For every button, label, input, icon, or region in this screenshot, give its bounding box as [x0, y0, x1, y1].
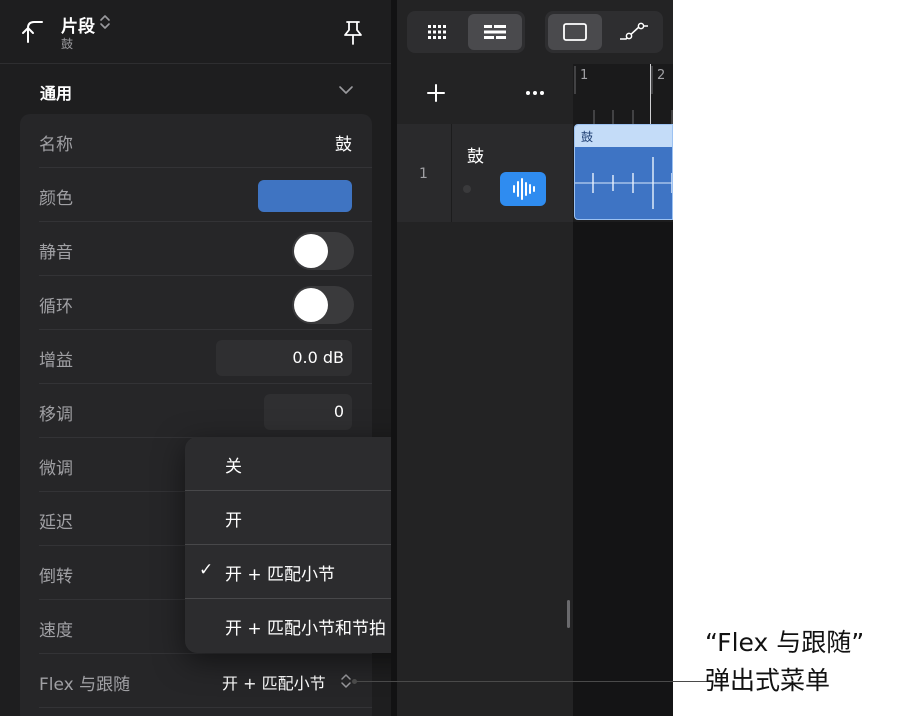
toggle-knob — [294, 234, 328, 268]
tracks-icon — [484, 25, 506, 39]
callout-label: “Flex 与跟随” 弹出式菜单 — [705, 624, 864, 700]
checkmark-icon: ✓ — [199, 560, 214, 580]
region-waveform — [575, 157, 672, 209]
region-view-button[interactable] — [548, 14, 602, 50]
automation-curve-icon — [620, 22, 648, 40]
row-label: 微调 — [39, 459, 73, 479]
menu-item-label: 关 — [225, 457, 242, 477]
playhead[interactable] — [650, 64, 651, 124]
callout-line — [355, 681, 710, 682]
flex-follow-popup-button[interactable]: 开 + 匹配小节 — [222, 670, 326, 694]
section-general-title[interactable]: 通用 — [40, 80, 72, 104]
color-swatch[interactable] — [258, 180, 352, 212]
row-label: 颜色 — [39, 189, 73, 209]
add-track-icon[interactable] — [425, 82, 447, 104]
row-label: 倒转 — [39, 567, 73, 587]
tracks-view-button[interactable] — [468, 14, 522, 50]
row-flex-follow: Flex 与跟随 开 + 匹配小节 — [20, 654, 372, 708]
pin-icon[interactable] — [341, 18, 365, 46]
gain-field[interactable]: 0.0 dB — [216, 340, 352, 376]
track-name[interactable]: 鼓 — [467, 142, 484, 167]
callout-line-2: 弹出式菜单 — [705, 666, 831, 695]
region-header: 鼓 — [575, 125, 672, 147]
row-color: 颜色 — [20, 168, 372, 222]
row-label: 移调 — [39, 405, 73, 425]
row-label: 名称 — [39, 135, 73, 155]
audio-waveform-icon[interactable] — [500, 172, 546, 206]
callout-line-1: “Flex 与跟随” — [705, 628, 865, 657]
more-icon[interactable] — [523, 82, 547, 104]
callout-line-dot — [352, 679, 357, 684]
row-loop: 循环 — [20, 276, 372, 330]
up-down-chevron-icon[interactable] — [340, 672, 352, 690]
inspector-subtitle: 鼓 — [61, 37, 74, 51]
row-label: 速度 — [39, 621, 73, 641]
editor-mode-group — [545, 11, 663, 53]
toggle-knob — [294, 288, 328, 322]
track-number-divider — [451, 124, 452, 222]
automation-button[interactable] — [606, 14, 660, 50]
mute-toggle[interactable] — [292, 232, 354, 270]
row-name[interactable]: 名称 鼓 — [20, 114, 372, 168]
row-label: 循环 — [39, 297, 73, 317]
scrollbar-thumb[interactable] — [567, 600, 570, 628]
view-mode-group — [407, 11, 525, 53]
inspector-header: 片段 鼓 — [0, 0, 391, 64]
up-down-chevron-icon[interactable] — [98, 13, 112, 31]
row-divider — [39, 707, 372, 708]
row-label: 延迟 — [39, 513, 73, 533]
track-header-row[interactable]: 1 鼓 — [397, 124, 573, 222]
track-lane[interactable] — [573, 222, 673, 716]
view-toolbar — [397, 0, 673, 64]
row-label: Flex 与跟随 — [39, 675, 131, 695]
menu-item-label: 开 + 匹配小节和节拍 — [225, 619, 387, 639]
track-headers: 1 鼓 — [397, 64, 573, 716]
track-number: 1 — [419, 166, 428, 182]
grid-view-button[interactable] — [410, 14, 464, 50]
back-arrow-icon[interactable] — [20, 18, 46, 46]
transpose-field[interactable]: 0 — [264, 394, 352, 430]
name-value[interactable]: 鼓 — [335, 130, 352, 155]
ruler-ticks — [574, 66, 673, 124]
rectangle-icon — [563, 23, 587, 41]
loop-toggle[interactable] — [292, 286, 354, 324]
tracks-area: 1 鼓 1 2 鼓 — [397, 0, 673, 716]
row-mute: 静音 — [20, 222, 372, 276]
menu-item-label: 开 — [225, 511, 242, 531]
region-name: 鼓 — [581, 130, 594, 144]
chevron-down-icon[interactable] — [338, 82, 354, 98]
track-indicator-dot — [463, 185, 471, 193]
inspector-title[interactable]: 片段 — [61, 12, 95, 37]
audio-region[interactable]: 鼓 — [574, 124, 673, 220]
menu-item-label: 开 + 匹配小节 — [225, 565, 336, 585]
row-label: 静音 — [39, 243, 73, 263]
row-transpose: 移调 0 — [20, 384, 372, 438]
row-gain: 增益 0.0 dB — [20, 330, 372, 384]
row-label: 增益 — [39, 351, 73, 371]
timeline-ruler[interactable]: 1 2 — [573, 64, 673, 124]
grid-icon — [428, 25, 446, 39]
